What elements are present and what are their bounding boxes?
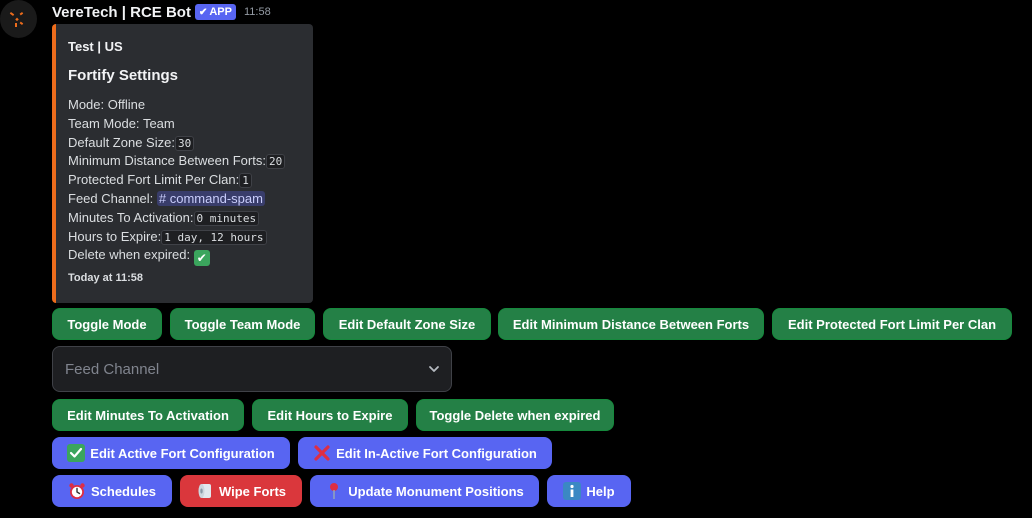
verified-check-icon: ✔ bbox=[198, 6, 208, 18]
fortify-settings-embed: Test | US Fortify Settings Mode: Offline… bbox=[52, 24, 313, 303]
update-monument-positions-button[interactable]: Update Monument Positions bbox=[310, 475, 539, 507]
field-zone-size: Default Zone Size: 30 bbox=[68, 134, 285, 153]
wipe-forts-button[interactable]: Wipe Forts bbox=[180, 475, 302, 507]
chevron-down-icon bbox=[429, 366, 439, 372]
field-min-distance-value: 20 bbox=[265, 154, 286, 170]
update-monuments-label: Update Monument Positions bbox=[348, 483, 524, 499]
help-label: Help bbox=[586, 483, 615, 499]
toggle-mode-label: Toggle Mode bbox=[67, 316, 147, 332]
help-button[interactable]: Help bbox=[547, 475, 631, 507]
field-activation-value: 0 minutes bbox=[193, 210, 260, 226]
field-min-distance: Minimum Distance Between Forts: 20 bbox=[68, 152, 286, 171]
app-badge-label: APP bbox=[209, 6, 232, 18]
toilet-paper-icon bbox=[196, 482, 214, 500]
field-team-mode-label: Team Mode: bbox=[68, 115, 140, 131]
edit-active-fort-config-button[interactable]: Edit Active Fort Configuration bbox=[52, 437, 290, 469]
field-expire: Hours to Expire: 1 day, 12 hours bbox=[68, 228, 285, 247]
edit-zone-size-label: Edit Default Zone Size bbox=[338, 316, 476, 332]
wipe-forts-label: Wipe Forts bbox=[218, 483, 287, 499]
message-timestamp: 11:58 bbox=[243, 6, 271, 18]
field-team-mode-value: Team bbox=[142, 115, 175, 131]
message-header: VereTech | RCE Bot ✔ APP 11:58 bbox=[52, 2, 271, 22]
bot-avatar[interactable] bbox=[0, 0, 37, 38]
field-expire-label: Hours to Expire: bbox=[68, 228, 162, 244]
edit-active-label: Edit Active Fort Configuration bbox=[90, 445, 275, 461]
edit-expire-label: Edit Hours to Expire bbox=[267, 407, 393, 423]
embed-footer: Today at 11:58 bbox=[68, 272, 143, 284]
field-min-distance-label: Minimum Distance Between Forts: bbox=[68, 153, 266, 169]
feed-channel-select[interactable]: Feed Channel bbox=[52, 346, 452, 392]
toggle-team-mode-label: Toggle Team Mode bbox=[184, 316, 301, 332]
edit-fort-limit-button[interactable]: Edit Protected Fort Limit Per Clan bbox=[772, 308, 1012, 340]
check-mark-icon bbox=[67, 444, 86, 462]
field-mode-label: Mode: bbox=[68, 97, 105, 112]
field-activation: Minutes To Activation: 0 minutes bbox=[68, 209, 285, 228]
edit-activation-label: Edit Minutes To Activation bbox=[67, 407, 229, 423]
field-team-mode: Team Mode: Team bbox=[68, 115, 285, 134]
field-delete-label: Delete when expired: bbox=[68, 247, 191, 263]
app-badge: ✔ APP bbox=[194, 4, 236, 20]
edit-default-zone-size-button[interactable]: Edit Default Zone Size bbox=[323, 308, 491, 340]
edit-fort-limit-label: Edit Protected Fort Limit Per Clan bbox=[787, 316, 997, 332]
field-feed-channel: Feed Channel: # command-spam bbox=[68, 190, 285, 209]
channel-mention[interactable]: # command-spam bbox=[156, 190, 265, 206]
toggle-delete-when-expired-button[interactable]: Toggle Delete when expired bbox=[416, 399, 614, 431]
edit-hours-to-expire-button[interactable]: Edit Hours to Expire bbox=[252, 399, 408, 431]
field-delete: Delete when expired: ✔ bbox=[68, 246, 285, 267]
field-zone-size-value: 30 bbox=[174, 135, 195, 151]
field-zone-size-label: Default Zone Size: bbox=[68, 134, 175, 150]
field-feed-channel-label: Feed Channel: bbox=[68, 190, 154, 206]
field-fort-limit-label: Protected Fort Limit Per Clan: bbox=[68, 172, 240, 188]
field-mode: Mode: Offline bbox=[68, 96, 285, 115]
check-mark-icon: ✔ bbox=[193, 250, 210, 267]
toggle-delete-label: Toggle Delete when expired bbox=[429, 407, 601, 423]
field-activation-label: Minutes To Activation: bbox=[68, 209, 194, 225]
information-icon bbox=[563, 482, 582, 500]
edit-inactive-fort-config-button[interactable]: Edit In-Active Fort Configuration bbox=[298, 437, 552, 469]
field-fort-limit: Protected Fort Limit Per Clan: 1 bbox=[68, 171, 285, 190]
round-pushpin-icon bbox=[325, 482, 343, 500]
edit-min-distance-button[interactable]: Edit Minimum Distance Between Forts bbox=[498, 308, 764, 340]
bot-username[interactable]: VereTech | RCE Bot bbox=[52, 4, 191, 21]
schedules-label: Schedules bbox=[90, 483, 157, 499]
embed-author: Test | US bbox=[68, 39, 123, 54]
edit-inactive-label: Edit In-Active Fort Configuration bbox=[336, 445, 537, 461]
cross-mark-icon bbox=[313, 444, 331, 462]
field-mode-value: Offline bbox=[107, 97, 146, 112]
toggle-mode-button[interactable]: Toggle Mode bbox=[52, 308, 162, 340]
feed-channel-placeholder: Feed Channel bbox=[65, 361, 160, 378]
edit-min-distance-label: Edit Minimum Distance Between Forts bbox=[512, 316, 750, 332]
field-expire-value: 1 day, 12 hours bbox=[161, 229, 267, 245]
field-fort-limit-value: 1 bbox=[239, 173, 252, 189]
alarm-clock-icon bbox=[68, 482, 86, 500]
schedules-button[interactable]: Schedules bbox=[52, 475, 172, 507]
embed-title: Fortify Settings bbox=[68, 67, 179, 84]
embed-fields: Mode: Offline Team Mode: Team Default Zo… bbox=[68, 96, 286, 267]
toggle-team-mode-button[interactable]: Toggle Team Mode bbox=[170, 308, 315, 340]
edit-minutes-to-activation-button[interactable]: Edit Minutes To Activation bbox=[52, 399, 244, 431]
